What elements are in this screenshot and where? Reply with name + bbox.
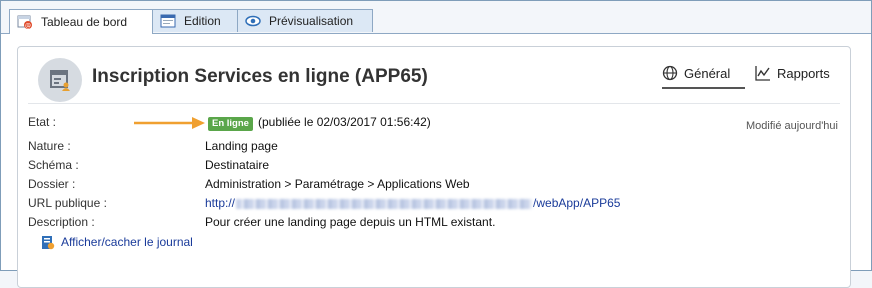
modified-info: Modifié aujourd'hui xyxy=(746,120,838,132)
edit-window-icon xyxy=(160,14,176,28)
view-tab-general-label: Général xyxy=(684,65,731,81)
nature-value: Landing page xyxy=(205,139,278,153)
status-badge: En ligne xyxy=(208,117,253,131)
tab-dashboard[interactable]: @ Tableau de bord xyxy=(9,9,153,34)
tab-preview-label: Prévisualisation xyxy=(269,14,354,28)
dossier-label: Dossier : xyxy=(28,177,76,191)
url-prefix: http:// xyxy=(205,196,236,210)
toggle-journal-link[interactable]: Afficher/cacher le journal xyxy=(41,234,193,250)
tab-dashboard-label: Tableau de bord xyxy=(41,15,128,29)
view-tab-reports-label: Rapports xyxy=(777,65,830,81)
toggle-journal-label: Afficher/cacher le journal xyxy=(61,235,193,249)
page-title: Inscription Services en ligne (APP65) xyxy=(92,66,428,87)
schema-value: Destinataire xyxy=(205,158,270,172)
tab-preview[interactable]: Prévisualisation xyxy=(237,9,373,32)
view-tab-general[interactable]: Général xyxy=(662,65,730,81)
url-label: URL publique : xyxy=(28,196,107,210)
dashboard-icon: @ xyxy=(17,15,33,30)
arrow-indicator xyxy=(134,117,205,129)
etat-label: Etat : xyxy=(28,115,57,129)
schema-label: Schéma : xyxy=(28,158,79,172)
view-tab-reports[interactable]: Rapports xyxy=(755,65,830,81)
tab-edition-label: Edition xyxy=(184,14,221,28)
landing-page-icon xyxy=(38,58,82,102)
tab-bar: @ Tableau de bord Edition Prévisualisati… xyxy=(1,9,871,34)
header-divider xyxy=(28,103,840,104)
globe-icon xyxy=(662,65,678,81)
eye-icon xyxy=(245,14,261,28)
url-redacted-host xyxy=(236,198,533,209)
publication-date: (publiée le 02/03/2017 01:56:42) xyxy=(258,115,431,129)
svg-text:@: @ xyxy=(25,23,31,30)
summary-card: Inscription Services en ligne (APP65) Gé… xyxy=(17,46,851,288)
dossier-value: Administration > Paramétrage > Applicati… xyxy=(205,177,470,191)
journal-icon xyxy=(41,234,55,250)
description-label: Description : xyxy=(28,215,95,229)
tab-edition[interactable]: Edition xyxy=(152,9,238,32)
active-view-indicator xyxy=(662,87,745,89)
url-suffix: /webApp/APP65 xyxy=(533,196,621,210)
nature-label: Nature : xyxy=(28,139,71,153)
description-value: Pour créer une landing page depuis un HT… xyxy=(205,215,496,229)
line-chart-icon xyxy=(755,65,771,81)
window: @ Tableau de bord Edition Prévisualisati… xyxy=(0,0,872,288)
public-url-link[interactable]: http:// /webApp/APP65 xyxy=(205,196,620,210)
dashboard-panel: Inscription Services en ligne (APP65) Gé… xyxy=(1,34,871,288)
